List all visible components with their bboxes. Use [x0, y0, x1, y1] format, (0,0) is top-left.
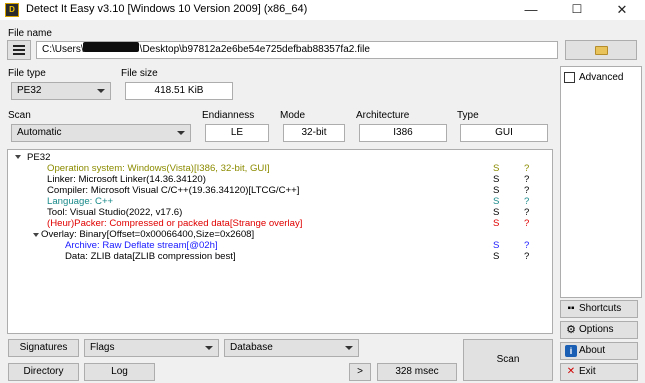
- result-signature-flag[interactable]: S: [493, 240, 499, 251]
- result-signature-flag[interactable]: S: [493, 174, 499, 185]
- directory-button[interactable]: Directory: [8, 363, 79, 381]
- mode-label: Mode: [280, 110, 306, 121]
- chevron-down-icon: [345, 346, 353, 350]
- result-info-flag[interactable]: ?: [524, 240, 529, 251]
- maximize-button[interactable]: ☐: [554, 0, 600, 20]
- file-size-label: File size: [121, 68, 158, 79]
- result-info-flag[interactable]: ?: [524, 218, 529, 229]
- result-info-flag[interactable]: ?: [524, 207, 529, 218]
- result-row[interactable]: Compiler: Microsoft Visual C/C++(19.36.3…: [47, 185, 299, 196]
- shortcuts-button[interactable]: ▪▪ Shortcuts: [560, 300, 638, 318]
- architecture-value: I386: [359, 124, 447, 142]
- scan-button[interactable]: Scan: [463, 339, 553, 381]
- chevron-down-icon: [205, 346, 213, 350]
- result-signature-flag[interactable]: S: [493, 251, 499, 262]
- open-file-button[interactable]: [565, 40, 637, 60]
- folder-icon: [594, 46, 608, 55]
- expand-icon[interactable]: [33, 233, 39, 237]
- close-icon: ✕: [566, 366, 576, 377]
- close-button[interactable]: ✕: [599, 0, 645, 20]
- result-signature-flag[interactable]: S: [493, 207, 499, 218]
- signatures-button[interactable]: Signatures: [8, 339, 79, 357]
- database-select[interactable]: Database: [224, 339, 359, 357]
- tree-root: PE32: [27, 152, 51, 163]
- result-info-flag[interactable]: ?: [524, 185, 529, 196]
- architecture-label: Architecture: [356, 110, 410, 121]
- result-row[interactable]: Language: C++: [47, 196, 113, 207]
- options-button[interactable]: ⚙ Options: [560, 321, 638, 339]
- result-signature-flag[interactable]: S: [493, 196, 499, 207]
- window-title: Detect It Easy v3.10 [Windows 10 Version…: [26, 3, 308, 15]
- scan-mode-select[interactable]: Automatic: [11, 124, 191, 142]
- chevron-down-icon: [177, 131, 185, 135]
- more-button[interactable]: >: [349, 363, 371, 381]
- advanced-label: Advanced: [579, 72, 624, 83]
- app-icon: D: [5, 3, 19, 17]
- file-path-suffix: \Desktop\b97812a2e6be54e725defbab88357fa…: [139, 44, 370, 55]
- result-row[interactable]: Data: ZLIB data[ZLIB compression best]: [65, 251, 236, 262]
- file-type-label: File type: [8, 68, 46, 79]
- chevron-down-icon: [97, 89, 105, 93]
- result-row[interactable]: Operation system: Windows(Vista)[I386, 3…: [47, 163, 270, 174]
- expand-icon[interactable]: [15, 155, 21, 159]
- result-row[interactable]: (Heur)Packer: Compressed or packed data[…: [47, 218, 302, 229]
- file-size-value: 418.51 KiB: [125, 82, 233, 100]
- info-icon: i: [565, 345, 577, 357]
- file-menu-button[interactable]: [7, 40, 31, 60]
- advanced-checkbox[interactable]: [564, 72, 575, 83]
- flags-value: Flags: [90, 342, 115, 353]
- endianness-label: Endianness: [202, 110, 255, 121]
- options-label: Options: [579, 324, 614, 335]
- options-panel: Advanced: [560, 66, 642, 298]
- file-path-prefix: C:\Users\: [42, 44, 84, 55]
- log-button[interactable]: Log: [84, 363, 155, 381]
- type-label: Type: [457, 110, 479, 121]
- shortcuts-label: Shortcuts: [579, 303, 622, 314]
- scan-mode-value: Automatic: [17, 127, 62, 138]
- scan-label: Scan: [8, 110, 31, 121]
- flags-select[interactable]: Flags: [84, 339, 219, 357]
- result-info-flag[interactable]: ?: [524, 163, 529, 174]
- result-row[interactable]: Overlay: Binary[Offset=0x00066400,Size=0…: [41, 229, 254, 240]
- file-name-label: File name: [8, 28, 52, 39]
- gear-icon: ⚙: [566, 324, 576, 336]
- exit-label: Exit: [579, 366, 596, 377]
- result-row[interactable]: Linker: Microsoft Linker(14.36.34120): [47, 174, 206, 185]
- result-info-flag[interactable]: ?: [524, 251, 529, 262]
- redacted-username: [83, 42, 139, 52]
- result-signature-flag[interactable]: S: [493, 163, 499, 174]
- keyboard-icon: ▪▪: [567, 303, 575, 314]
- file-type-select[interactable]: PE32: [11, 82, 111, 100]
- list-icon: [13, 45, 25, 55]
- result-row[interactable]: Tool: Visual Studio(2022, v17.6): [47, 207, 182, 218]
- result-info-flag[interactable]: ?: [524, 174, 529, 185]
- result-row[interactable]: Archive: Raw Deflate stream[@02h]: [65, 240, 218, 251]
- type-value: GUI: [460, 124, 548, 142]
- exit-button[interactable]: ✕ Exit: [560, 363, 638, 381]
- bitness-value: 32-bit: [283, 124, 345, 142]
- about-label: About: [579, 345, 606, 356]
- result-info-flag[interactable]: ?: [524, 196, 529, 207]
- about-button[interactable]: i About: [560, 342, 638, 360]
- result-signature-flag[interactable]: S: [493, 218, 499, 229]
- result-signature-flag[interactable]: S: [493, 185, 499, 196]
- minimize-button[interactable]: —: [508, 0, 554, 20]
- results-tree[interactable]: PE32 Operation system: Windows(Vista)[I3…: [7, 149, 553, 334]
- endianness-value: LE: [205, 124, 269, 142]
- database-value: Database: [230, 342, 273, 353]
- scan-time-display: 328 msec: [377, 363, 457, 381]
- file-type-value: PE32: [17, 85, 42, 96]
